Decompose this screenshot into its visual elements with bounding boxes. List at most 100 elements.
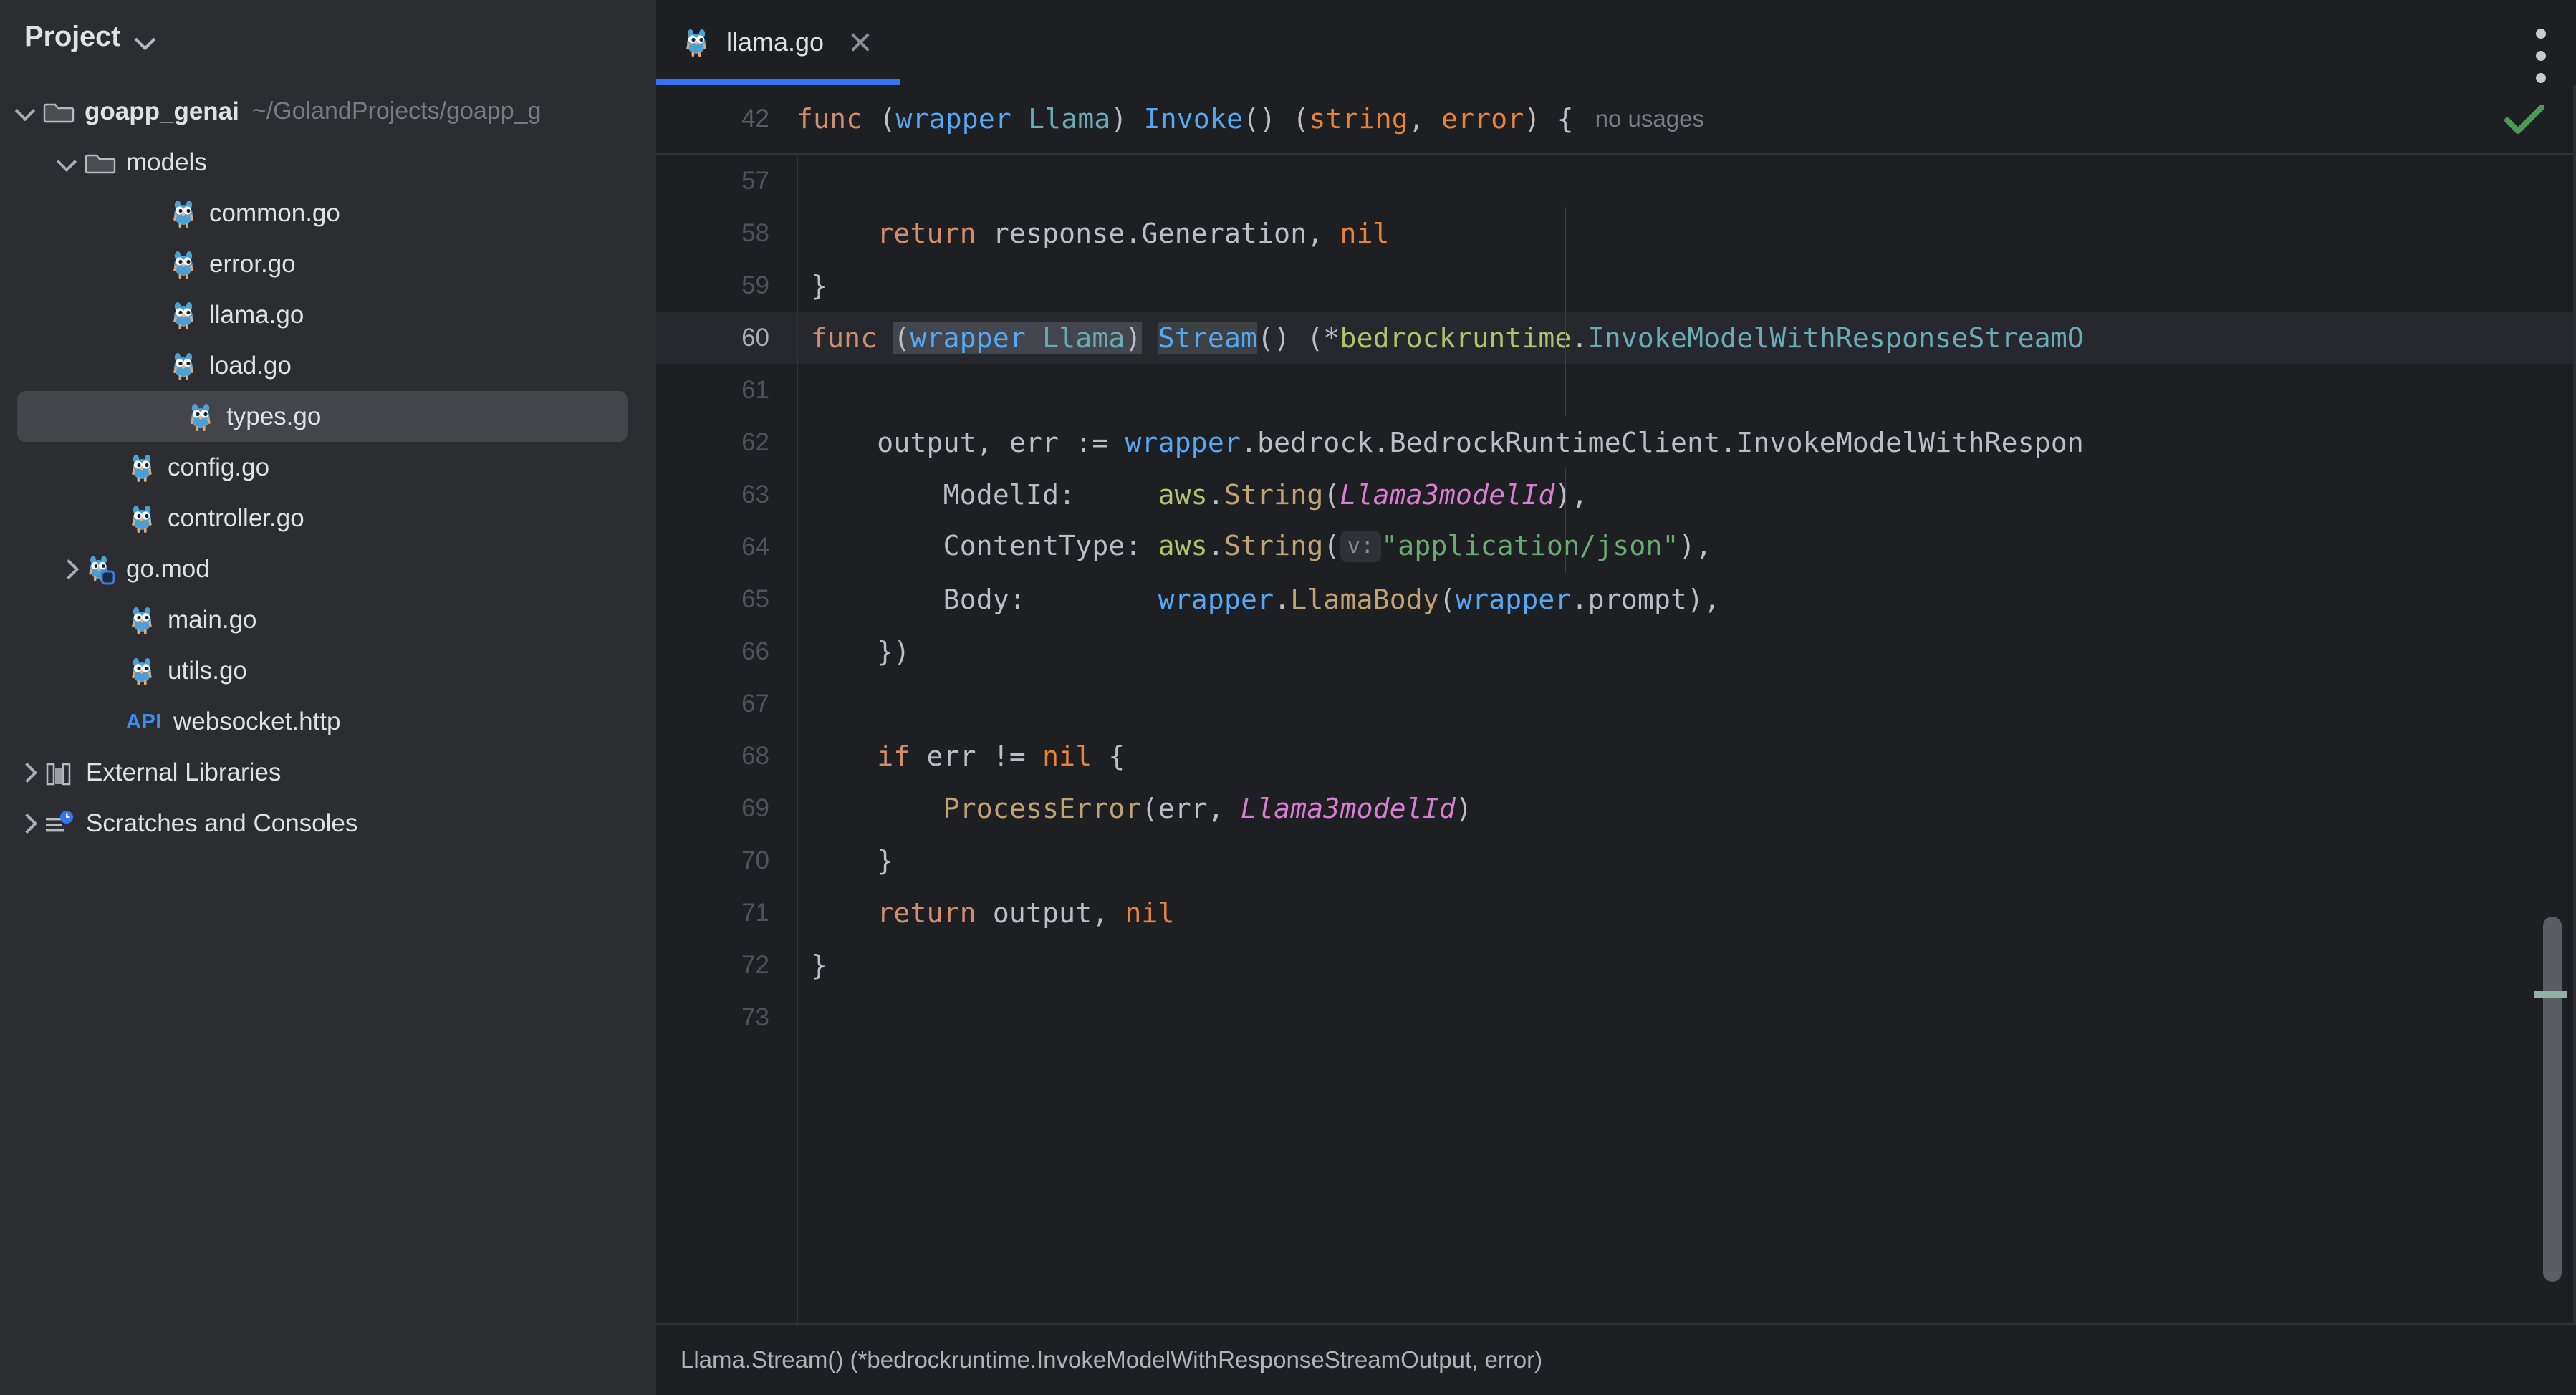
code-line-72[interactable]: 72} bbox=[656, 939, 2576, 991]
code-line-text: } bbox=[797, 845, 893, 877]
code-token bbox=[811, 793, 943, 824]
code-editor[interactable]: 5758 return response.Generation, nil59} … bbox=[656, 155, 2576, 1326]
tree-item-common-go[interactable]: common.go bbox=[0, 188, 656, 238]
tree-item-label: types.go bbox=[226, 402, 321, 431]
tree-item-llama-go[interactable]: llama.go bbox=[0, 289, 656, 340]
token-func-keyword: func bbox=[811, 322, 877, 354]
tree-item-load-go[interactable]: load.go bbox=[0, 340, 656, 391]
tree-item-utils-go[interactable]: utils.go bbox=[0, 645, 656, 696]
code-line-60-text: func (wrapper Llama) Stream() (*bedrockr… bbox=[797, 322, 2084, 354]
code-lines-top: 5758 return response.Generation, nil59} bbox=[656, 155, 2576, 312]
code-token: if bbox=[877, 740, 910, 772]
code-line-63[interactable]: 63 ModelId: aws.String(Llama3modelId), bbox=[656, 468, 2576, 521]
sticky-token: func bbox=[797, 103, 862, 135]
tree-item-label: error.go bbox=[209, 250, 296, 279]
usages-inlay-hint[interactable]: no usages bbox=[1595, 105, 1704, 132]
tree-item-config-go[interactable]: config.go bbox=[0, 442, 656, 493]
chevron-right-icon[interactable] bbox=[10, 756, 43, 789]
line-number-58: 58 bbox=[656, 219, 797, 248]
chevron-right-icon[interactable] bbox=[52, 553, 85, 586]
code-line-text: ModelId: aws.String(Llama3modelId), bbox=[797, 479, 1588, 511]
line-number-69: 69 bbox=[656, 794, 797, 823]
code-line-68[interactable]: 68 if err != nil { bbox=[656, 730, 2576, 782]
token-receiver-name: wrapper bbox=[910, 322, 1026, 354]
editor-area: llama.go 42 func (wrapper Llama) Invoke(… bbox=[656, 0, 2576, 1395]
project-tree: goapp_genai~/GolandProjects/goapp_g mode… bbox=[0, 86, 656, 849]
code-line-text: if err != nil { bbox=[797, 740, 1125, 772]
code-token: ), bbox=[1679, 530, 1712, 561]
chevron-right-icon[interactable] bbox=[10, 807, 43, 840]
go-file-icon bbox=[126, 503, 158, 534]
token-return-open: (* bbox=[1307, 322, 1340, 354]
go-mod-icon bbox=[85, 554, 116, 585]
code-token: ProcessError bbox=[943, 793, 1142, 824]
tree-item-websocket-http[interactable]: APIwebsocket.http bbox=[0, 696, 656, 747]
go-file-icon bbox=[126, 452, 158, 483]
code-token: wrapper bbox=[1125, 427, 1241, 458]
project-tool-window: Project goapp_genai~/GolandProjects/goap… bbox=[0, 0, 656, 1395]
token-receiver-type: Llama bbox=[1042, 322, 1125, 354]
project-panel-header[interactable]: Project bbox=[0, 0, 656, 73]
code-line-text: } bbox=[797, 270, 827, 301]
code-token: ( bbox=[1439, 584, 1456, 615]
code-line-73[interactable]: 73 bbox=[656, 991, 2576, 1043]
line-number-61: 61 bbox=[656, 376, 797, 405]
code-token: Llama3modelId bbox=[1340, 479, 1555, 511]
code-token: }) bbox=[811, 636, 910, 667]
tree-item-external-libraries[interactable]: External Libraries bbox=[0, 747, 656, 798]
code-line-57[interactable]: 57 bbox=[656, 155, 2576, 207]
code-line-60[interactable]: 60 func (wrapper Llama) Stream() (*bedro… bbox=[656, 312, 2576, 364]
code-line-58[interactable]: 58 return response.Generation, nil bbox=[656, 207, 2576, 259]
sticky-token: Invoke bbox=[1144, 103, 1243, 135]
tree-item-scratches-and-consoles[interactable]: Scratches and Consoles bbox=[0, 798, 656, 849]
code-token bbox=[811, 218, 877, 249]
code-line-59[interactable]: 59} bbox=[656, 259, 2576, 312]
editor-tabbar: llama.go bbox=[656, 0, 2576, 85]
code-line-70[interactable]: 70 } bbox=[656, 834, 2576, 887]
code-line-61[interactable]: 61 bbox=[656, 364, 2576, 416]
tree-item-main-go[interactable]: main.go bbox=[0, 594, 656, 645]
status-bar-breadcrumb: Llama.Stream() (*bedrockruntime.InvokeMo… bbox=[681, 1346, 1542, 1374]
go-file-icon bbox=[681, 26, 712, 58]
code-line-69[interactable]: 69 ProcessError(err, Llama3modelId) bbox=[656, 782, 2576, 834]
code-token: wrapper bbox=[1456, 584, 1572, 615]
code-line-text: return response.Generation, nil bbox=[797, 218, 1390, 249]
code-token: "application/json" bbox=[1381, 530, 1678, 561]
code-token: Body: bbox=[811, 584, 1158, 615]
tree-item-label: utils.go bbox=[168, 657, 247, 685]
code-line-text: Body: wrapper.LlamaBody(wrapper.prompt), bbox=[797, 584, 1720, 615]
code-line-66[interactable]: 66 }) bbox=[656, 625, 2576, 677]
chevron-down-icon[interactable] bbox=[52, 146, 85, 179]
tree-item-models[interactable]: models bbox=[0, 137, 656, 188]
code-line-64[interactable]: 64 ContentType: aws.String(v:"applicatio… bbox=[656, 521, 2576, 573]
code-line-67[interactable]: 67 bbox=[656, 677, 2576, 730]
tree-item-controller-go[interactable]: controller.go bbox=[0, 493, 656, 544]
code-line-65[interactable]: 65 Body: wrapper.LlamaBody(wrapper.promp… bbox=[656, 573, 2576, 625]
code-token: . bbox=[1208, 530, 1224, 561]
code-line-62[interactable]: 62 output, err := wrapper.bedrock.Bedroc… bbox=[656, 416, 2576, 468]
tree-item-error-go[interactable]: error.go bbox=[0, 238, 656, 289]
tree-item-go-mod[interactable]: go.mod bbox=[0, 544, 656, 594]
inspection-ok-check-icon[interactable] bbox=[2504, 103, 2544, 136]
code-line-71[interactable]: 71 return output, nil bbox=[656, 887, 2576, 939]
code-token: ( bbox=[1323, 530, 1340, 561]
scrollbar-change-marker bbox=[2534, 991, 2567, 998]
line-number-73: 73 bbox=[656, 1003, 797, 1032]
tree-item-label: models bbox=[126, 148, 207, 177]
chevron-down-icon[interactable] bbox=[133, 26, 158, 51]
sticky-token: Llama bbox=[1028, 103, 1110, 135]
code-token: output, bbox=[976, 897, 1125, 929]
line-number-60: 60 bbox=[656, 324, 797, 352]
editor-vertical-scrollbar[interactable] bbox=[2543, 917, 2562, 1282]
tab-llama-go[interactable]: llama.go bbox=[656, 0, 900, 85]
sticky-scope-header: 42 func (wrapper Llama) Invoke() (string… bbox=[656, 85, 2576, 155]
api-file-icon: API bbox=[126, 708, 163, 736]
tree-item-goapp-genai[interactable]: goapp_genai~/GolandProjects/goapp_g bbox=[0, 86, 656, 137]
tree-item-label: config.go bbox=[168, 453, 269, 482]
close-icon[interactable] bbox=[847, 29, 874, 56]
chevron-down-icon[interactable] bbox=[10, 95, 43, 128]
kebab-menu-icon[interactable] bbox=[2536, 29, 2546, 83]
code-token: nil bbox=[1125, 897, 1174, 929]
line-number-68: 68 bbox=[656, 742, 797, 771]
tree-item-types-go[interactable]: types.go bbox=[17, 391, 628, 442]
